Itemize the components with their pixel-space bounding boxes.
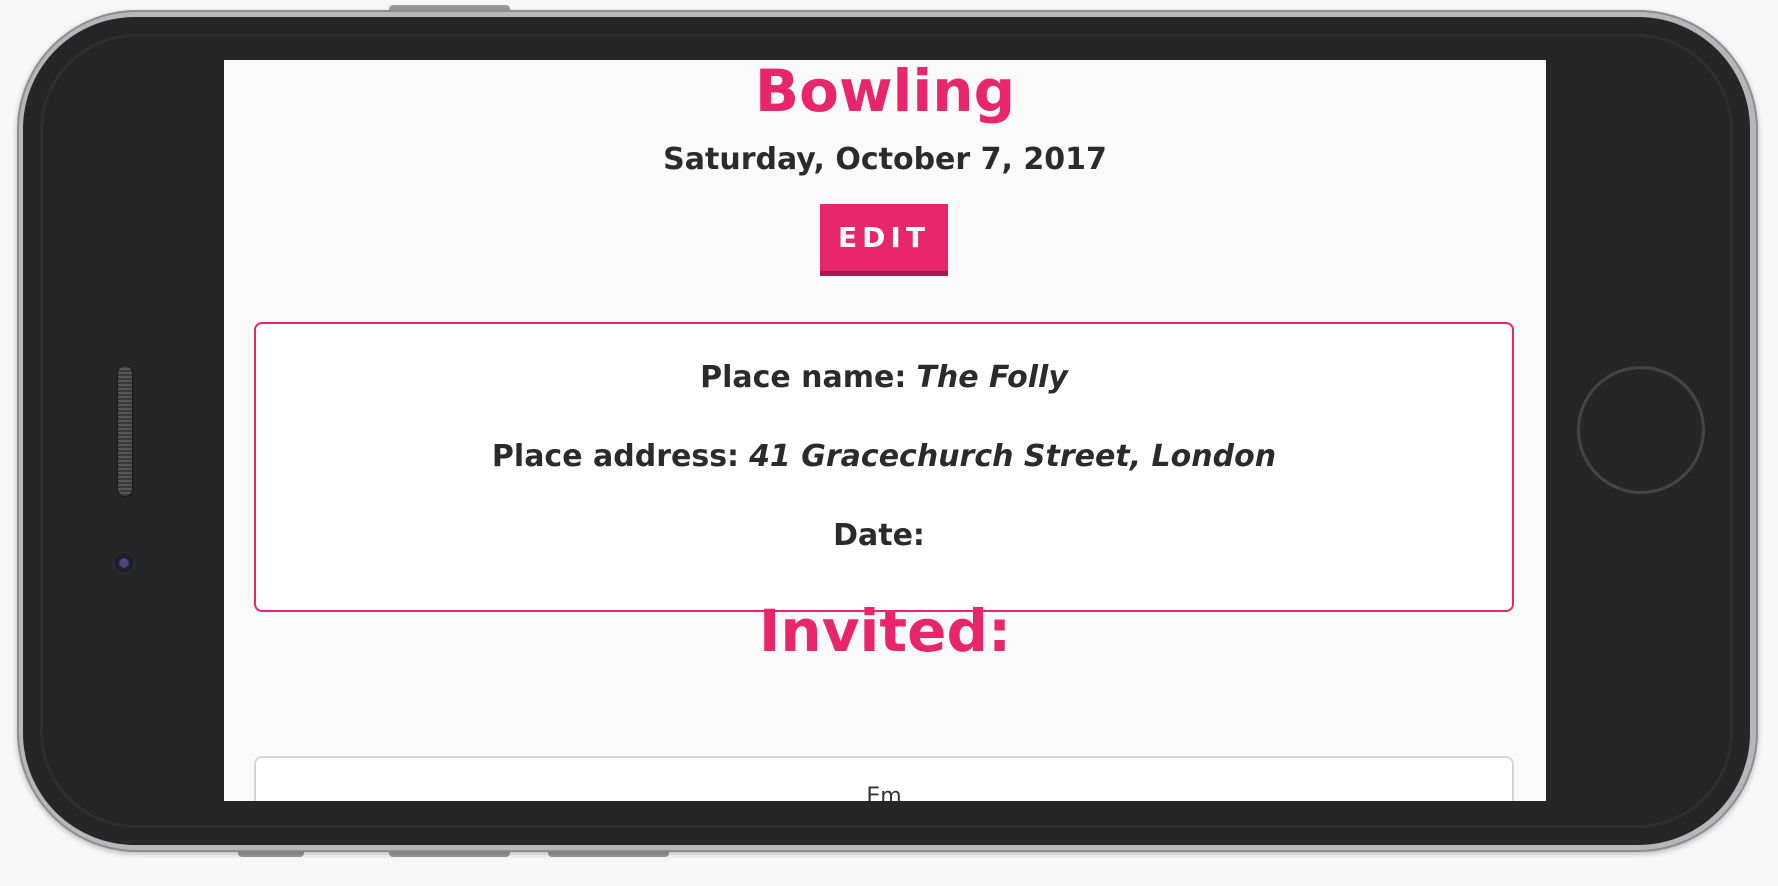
edit-button[interactable]: EDIT [820, 204, 948, 276]
event-date: Saturday, October 7, 2017 [663, 142, 1107, 177]
place-name-row: Place name: The Folly [256, 360, 1512, 395]
invited-list: Em [254, 756, 1514, 801]
speaker-grille [118, 366, 132, 496]
date-row: Date: [256, 518, 1512, 553]
home-button[interactable] [1577, 366, 1705, 494]
place-address-value: 41 Gracechurch Street, London [749, 439, 1277, 474]
place-address-label: Place address: [491, 439, 740, 474]
place-name-value: The Folly [916, 360, 1068, 395]
event-title: Bowling [754, 60, 1016, 125]
event-details-card: Place name: The Folly Place address: 41 Gr… [254, 322, 1514, 612]
date-label: Date: [833, 518, 925, 553]
place-name-label: Place name: [700, 360, 907, 395]
phone-screen: Bowling Saturday, October 7, 2017 EDIT P… [224, 60, 1546, 801]
invited-heading: Invited: [758, 597, 1012, 665]
front-camera-icon [113, 552, 135, 574]
place-address-row: Place address: 41 Gracechurch Street, Lon… [256, 439, 1512, 474]
list-item[interactable]: Em [256, 784, 1512, 801]
